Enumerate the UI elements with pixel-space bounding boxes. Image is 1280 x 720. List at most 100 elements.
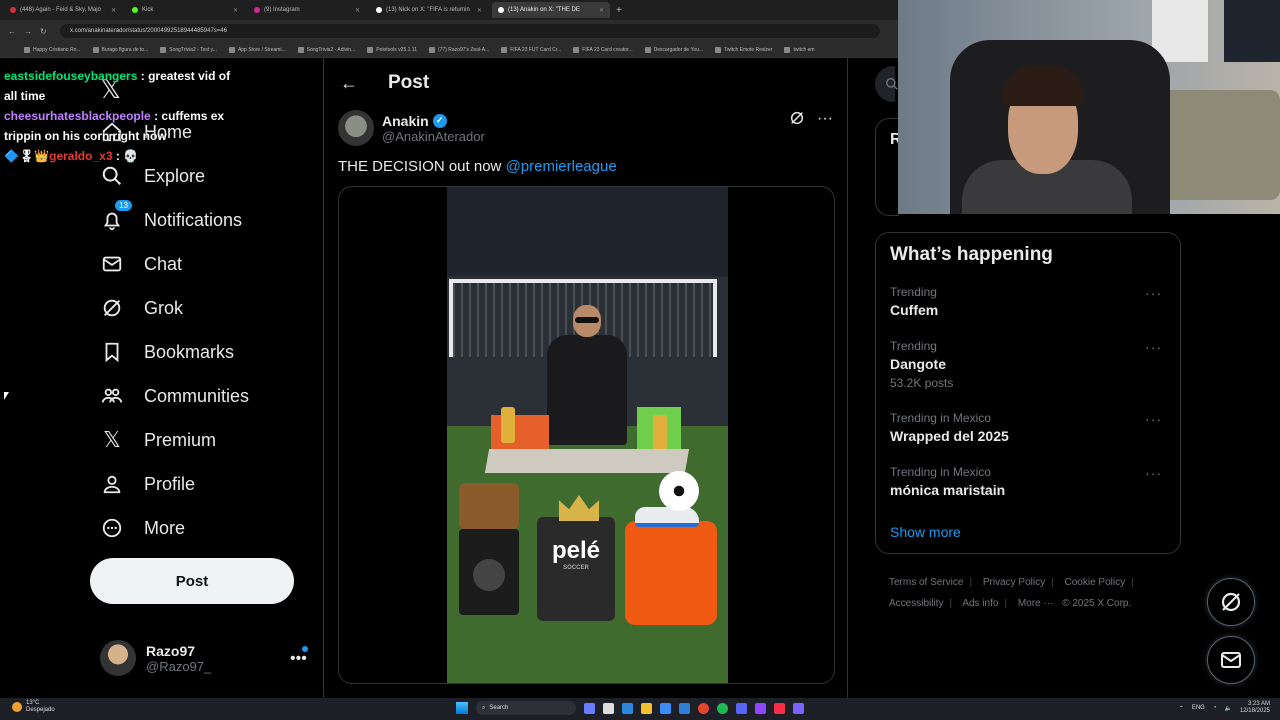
bookmark[interactable]: App Store / Streami...: [228, 46, 286, 53]
nav-more[interactable]: More: [100, 516, 185, 540]
bookmark[interactable]: SongTrivia2 - Test y...: [160, 46, 217, 53]
grok-button[interactable]: [1207, 578, 1255, 626]
bookmark[interactable]: FIFA 23 Card creator...: [573, 46, 633, 53]
close-icon[interactable]: ✕: [111, 7, 116, 14]
close-icon[interactable]: ✕: [477, 7, 482, 14]
post-author[interactable]: Anakin ✓ @AnakinAterador: [338, 110, 485, 146]
search-icon: ⌕: [482, 704, 486, 711]
browser-tab[interactable]: (9) Instagram ✕: [248, 2, 366, 18]
more-icon[interactable]: ···: [1145, 411, 1162, 427]
nav-grok[interactable]: Grok: [100, 296, 183, 320]
bookmark[interactable]: FIFA 23 FUT Card Cr...: [501, 46, 561, 53]
more-icon[interactable]: ···: [1145, 465, 1162, 481]
nav-explore[interactable]: Explore: [100, 164, 205, 188]
language-indicator[interactable]: ENG: [1192, 705, 1205, 711]
more-icon[interactable]: ···: [1145, 339, 1162, 355]
nav-communities[interactable]: Communities: [100, 384, 249, 408]
mail-icon: [100, 252, 124, 276]
volume-icon[interactable]: 🔈: [1224, 705, 1231, 712]
search-input[interactable]: [875, 66, 898, 102]
photos-icon[interactable]: [660, 702, 671, 714]
bookmark[interactable]: twitch em: [784, 46, 815, 53]
copyright: © 2025 X Corp.: [1062, 598, 1132, 609]
browser-tab[interactable]: (13) Nick on X: "FIFA is returnin ✕: [370, 2, 488, 18]
stream-chat-overlay: eastsidefouseybangers : greatest vid of …: [4, 66, 234, 166]
music-icon[interactable]: [774, 702, 785, 714]
trend-item[interactable]: Trending Cuffem ···: [890, 285, 1170, 318]
unread-dot: [302, 646, 308, 652]
bookmark[interactable]: Happy Cristiano Ro...: [24, 46, 81, 53]
close-icon[interactable]: ✕: [233, 7, 238, 14]
taskbar-app-icon[interactable]: [584, 702, 595, 714]
bookmark[interactable]: Twitch Emote Resizer: [715, 46, 772, 53]
tray-arrow-icon[interactable]: ⌃: [1179, 705, 1184, 712]
chat-message: 🔷🎖👑geraldo_x3 : 💀: [4, 146, 234, 166]
nav-chat[interactable]: Chat: [100, 252, 182, 276]
nav-notifications[interactable]: 13 Notifications: [100, 200, 242, 232]
bookmark[interactable]: Peletools v25.1.11: [367, 46, 417, 53]
browser-tab-active[interactable]: (13) Anakin on X: "THE DE ✕: [492, 2, 610, 18]
chrome-icon[interactable]: [698, 702, 709, 714]
more-icon[interactable]: ···: [817, 110, 833, 131]
profile-icon: [100, 472, 124, 496]
mention-link[interactable]: @premierleague: [506, 158, 617, 175]
author-handle: @AnakinAterador: [382, 128, 485, 144]
mail-icon: [1221, 652, 1241, 668]
webcam-overlay: [898, 0, 1280, 214]
url-field[interactable]: x.com/anakinaterador/status/200049925189…: [60, 24, 880, 38]
post-button[interactable]: Post: [90, 558, 294, 604]
bookmark[interactable]: (77) Razo97's Zeal-A...: [428, 46, 489, 53]
nav-bookmarks[interactable]: Bookmarks: [100, 340, 234, 364]
mail-app-icon[interactable]: [679, 702, 690, 714]
bookmark[interactable]: SongTrivia2 - Adivin...: [297, 46, 355, 53]
discord-icon[interactable]: [736, 702, 747, 714]
nav-premium[interactable]: 𝕏 Premium: [100, 427, 216, 452]
edge-icon[interactable]: [622, 702, 633, 714]
grok-icon[interactable]: [789, 110, 805, 131]
taskbar-app-icon[interactable]: [793, 702, 804, 714]
trend-item[interactable]: Trending in Mexico Wrapped del 2025 ···: [890, 411, 1170, 444]
footer-link[interactable]: More ···: [1018, 598, 1054, 609]
weather-widget[interactable]: 13°C Despejado: [12, 700, 55, 714]
back-icon[interactable]: ←: [8, 27, 16, 36]
windows-start-icon[interactable]: [456, 702, 468, 714]
new-tab-button[interactable]: +: [616, 5, 622, 16]
bookmark[interactable]: Descargador de You...: [644, 46, 703, 53]
trend-item[interactable]: Trending in Mexico mónica maristain ···: [890, 465, 1170, 498]
verified-badge-icon: ✓: [432, 113, 447, 128]
browser-tab[interactable]: Kick ✕: [126, 2, 244, 18]
wifi-icon[interactable]: ◔: [1213, 705, 1217, 711]
footer-link[interactable]: Accessibility: [889, 598, 943, 609]
account-more-icon[interactable]: •••: [290, 650, 307, 668]
reload-icon[interactable]: ↻: [40, 27, 47, 36]
obs-icon[interactable]: [755, 702, 766, 714]
post-media[interactable]: pelé SOCCER: [338, 186, 835, 684]
footer-link[interactable]: Terms of Service: [889, 577, 963, 588]
more-icon[interactable]: ···: [1145, 285, 1162, 301]
instagram-icon: [254, 7, 260, 13]
task-view-icon[interactable]: [603, 702, 614, 714]
taskbar-search[interactable]: ⌕ Search: [476, 701, 576, 715]
footer-link[interactable]: Cookie Policy: [1065, 577, 1126, 588]
weather-icon: [12, 702, 22, 712]
back-arrow-icon[interactable]: ←: [340, 73, 360, 94]
messages-button[interactable]: [1207, 636, 1255, 684]
account-switcher[interactable]: Razo97 @Razo97_: [100, 640, 211, 676]
footer-link[interactable]: Ads info: [962, 598, 998, 609]
speaker: [459, 529, 519, 615]
footer-link[interactable]: Privacy Policy: [983, 577, 1045, 588]
browser-tab[interactable]: (448) Again - Feid & Sky, Majo ✕: [4, 2, 122, 18]
close-icon[interactable]: ✕: [599, 7, 604, 14]
trend-item[interactable]: Trending Dangote 53.2K posts ···: [890, 339, 1170, 390]
clock[interactable]: 3:23 AM 12/18/2025: [1240, 701, 1270, 715]
close-icon[interactable]: ✕: [355, 7, 360, 14]
file-explorer-icon[interactable]: [641, 702, 652, 714]
mouse-cursor: [4, 392, 9, 400]
chat-message: cheesurhatesblackpeople : cuffems ex tri…: [4, 106, 234, 146]
nav-profile[interactable]: Profile: [100, 472, 195, 496]
spotify-icon[interactable]: [717, 702, 728, 714]
forward-icon[interactable]: →: [24, 27, 32, 36]
show-more-link[interactable]: Show more: [890, 524, 961, 540]
bookmark[interactable]: Burago figura de to...: [92, 46, 148, 53]
account-handle: @Razo97_: [146, 658, 212, 674]
